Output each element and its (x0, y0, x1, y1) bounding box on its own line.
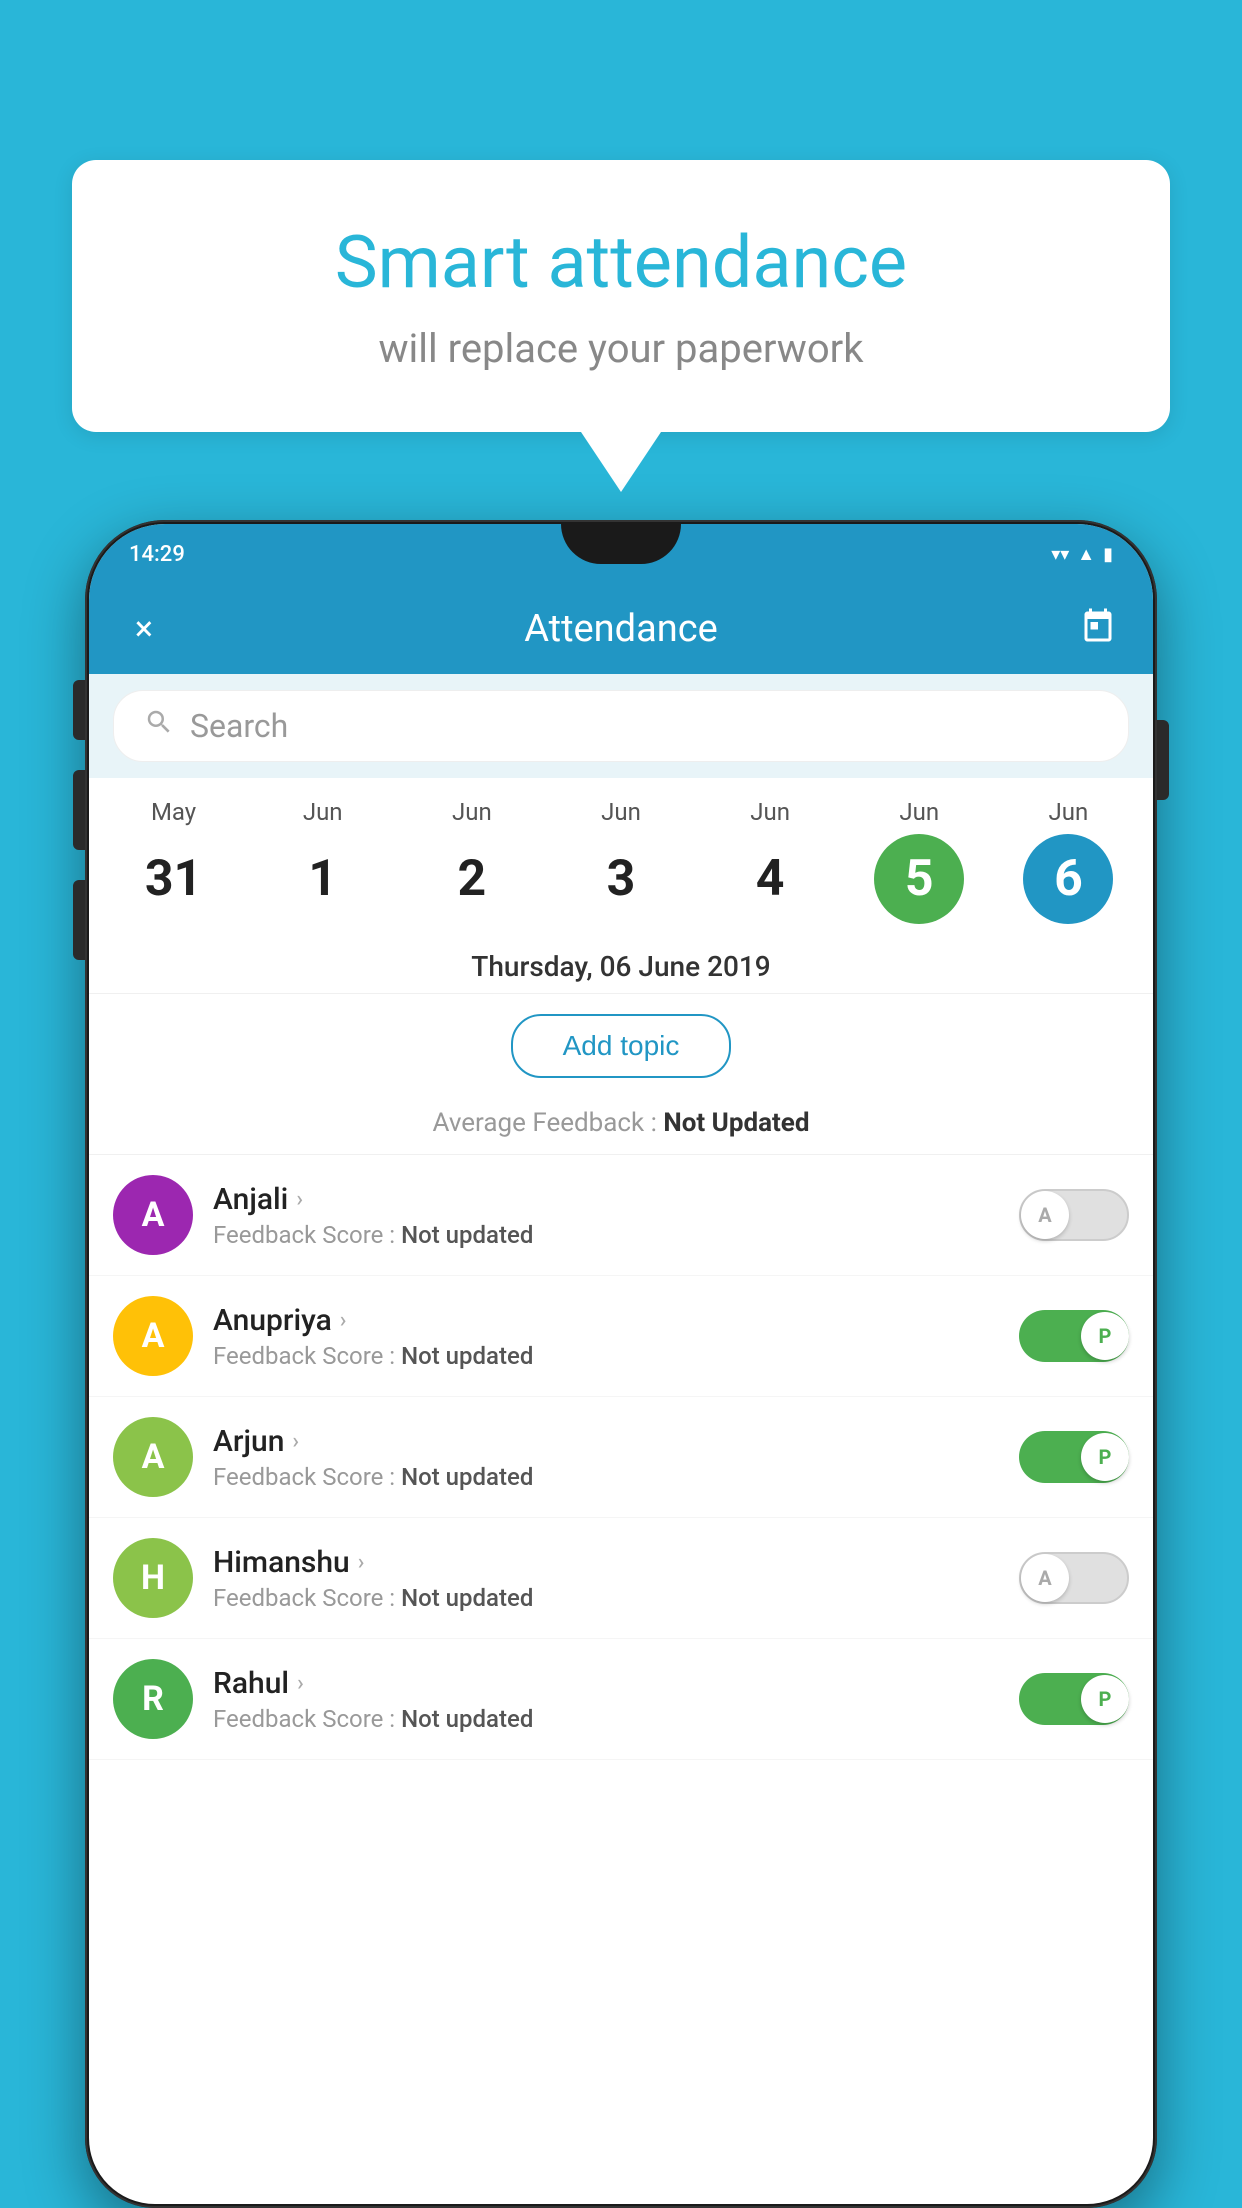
toggle-knob-4: P (1081, 1675, 1129, 1723)
student-feedback-3: Feedback Score : Not updated (213, 1584, 999, 1612)
student-name-2: Arjun › (213, 1424, 999, 1459)
signal-icon: ▲ (1077, 544, 1095, 565)
calendar-day-4[interactable]: Jun 4 (710, 798, 830, 924)
avg-feedback-label: Average Feedback : Not Updated (433, 1108, 810, 1138)
student-feedback-4: Feedback Score : Not updated (213, 1705, 999, 1733)
student-item-3[interactable]: H Himanshu › Feedback Score : Not updated A (89, 1518, 1153, 1639)
cal-month-1: Jun (303, 798, 343, 826)
app-bar: × Attendance (89, 584, 1153, 674)
calendar-day-0[interactable]: May 31 (114, 798, 234, 924)
speech-bubble-title: Smart attendance (132, 220, 1110, 305)
cal-date-6: 6 (1023, 834, 1113, 924)
student-item-0[interactable]: A Anjali › Feedback Score : Not updated A (89, 1155, 1153, 1276)
calendar-icon[interactable] (1073, 607, 1123, 652)
student-feedback-2: Feedback Score : Not updated (213, 1463, 999, 1491)
student-name-1: Anupriya › (213, 1303, 999, 1338)
student-avatar-0: A (113, 1175, 193, 1255)
cal-date-1: 1 (278, 834, 368, 924)
speech-bubble-container: Smart attendance will replace your paper… (72, 160, 1170, 492)
cal-month-4: Jun (750, 798, 790, 826)
student-name-3: Himanshu › (213, 1545, 999, 1580)
attendance-toggle-1[interactable]: P (1019, 1310, 1129, 1362)
attendance-toggle-0[interactable]: A (1019, 1189, 1129, 1241)
add-topic-container: Add topic (89, 994, 1153, 1098)
student-item-4[interactable]: R Rahul › Feedback Score : Not updated P (89, 1639, 1153, 1760)
student-item-2[interactable]: A Arjun › Feedback Score : Not updated P (89, 1397, 1153, 1518)
student-avatar-4: R (113, 1659, 193, 1739)
student-list: AAnjali ›Feedback Score : Not updatedAAA… (89, 1155, 1153, 1760)
phone-notch (561, 524, 681, 564)
attendance-toggle-3[interactable]: A (1019, 1552, 1129, 1604)
toggle-knob-0: A (1021, 1191, 1069, 1239)
student-avatar-3: H (113, 1538, 193, 1618)
average-feedback: Average Feedback : Not Updated (89, 1098, 1153, 1155)
cal-month-0: May (151, 798, 196, 826)
calendar-day-6[interactable]: Jun 6 (1008, 798, 1128, 924)
student-feedback-1: Feedback Score : Not updated (213, 1342, 999, 1370)
wifi-icon: ▾▾ (1051, 544, 1069, 565)
chevron-icon-2: › (292, 1429, 299, 1454)
cal-month-3: Jun (601, 798, 641, 826)
search-placeholder: Search (190, 707, 288, 745)
status-icons: ▾▾ ▲ ▮ (1051, 544, 1113, 565)
date-info: Thursday, 06 June 2019 (89, 934, 1153, 994)
status-time: 14:29 (129, 542, 185, 567)
phone-screen: 14:29 ▾▾ ▲ ▮ × Attendance (89, 524, 1153, 2204)
toggle-knob-3: A (1021, 1554, 1069, 1602)
search-icon (144, 707, 174, 745)
student-item-1[interactable]: A Anupriya › Feedback Score : Not updated P (89, 1276, 1153, 1397)
silent-button (73, 880, 85, 960)
chevron-icon-0: › (296, 1187, 303, 1212)
student-feedback-0: Feedback Score : Not updated (213, 1221, 999, 1249)
calendar-day-5[interactable]: Jun 5 (859, 798, 979, 924)
speech-bubble-tail (581, 432, 661, 492)
battery-icon: ▮ (1103, 544, 1113, 565)
add-topic-button[interactable]: Add topic (511, 1014, 732, 1078)
calendar-strip: May 31 Jun 1 Jun 2 Jun 3 Jun 4 Jun 5 Jun 6 (89, 778, 1153, 934)
attendance-toggle-4[interactable]: P (1019, 1673, 1129, 1725)
phone-frame: 14:29 ▾▾ ▲ ▮ × Attendance (85, 520, 1157, 2208)
student-info-2: Arjun › Feedback Score : Not updated (213, 1424, 999, 1491)
calendar-day-1[interactable]: Jun 1 (263, 798, 383, 924)
toggle-knob-2: P (1081, 1433, 1129, 1481)
cal-date-2: 2 (427, 834, 517, 924)
student-name-4: Rahul › (213, 1666, 999, 1701)
student-info-3: Himanshu › Feedback Score : Not updated (213, 1545, 999, 1612)
search-bar[interactable]: Search (113, 690, 1129, 762)
student-name-0: Anjali › (213, 1182, 999, 1217)
cal-month-2: Jun (452, 798, 492, 826)
speech-bubble-subtitle: will replace your paperwork (132, 325, 1110, 372)
chevron-icon-3: › (358, 1550, 365, 1575)
calendar-day-3[interactable]: Jun 3 (561, 798, 681, 924)
attendance-toggle-2[interactable]: P (1019, 1431, 1129, 1483)
selected-date-text: Thursday, 06 June 2019 (471, 950, 770, 983)
cal-month-5: Jun (899, 798, 939, 826)
power-button (1157, 720, 1169, 800)
close-icon[interactable]: × (119, 609, 169, 649)
volume-down-button (73, 770, 85, 850)
chevron-icon-4: › (297, 1671, 304, 1696)
search-container: Search (89, 674, 1153, 778)
calendar-day-2[interactable]: Jun 2 (412, 798, 532, 924)
chevron-icon-1: › (340, 1308, 347, 1333)
app-bar-title: Attendance (169, 607, 1073, 651)
student-info-0: Anjali › Feedback Score : Not updated (213, 1182, 999, 1249)
status-bar: 14:29 ▾▾ ▲ ▮ (89, 524, 1153, 584)
student-info-1: Anupriya › Feedback Score : Not updated (213, 1303, 999, 1370)
cal-date-4: 4 (725, 834, 815, 924)
cal-date-3: 3 (576, 834, 666, 924)
toggle-knob-1: P (1081, 1312, 1129, 1360)
cal-month-6: Jun (1049, 798, 1089, 826)
student-info-4: Rahul › Feedback Score : Not updated (213, 1666, 999, 1733)
cal-date-5: 5 (874, 834, 964, 924)
student-avatar-1: A (113, 1296, 193, 1376)
volume-up-button (73, 680, 85, 740)
cal-date-0: 31 (129, 834, 219, 924)
speech-bubble: Smart attendance will replace your paper… (72, 160, 1170, 432)
student-avatar-2: A (113, 1417, 193, 1497)
